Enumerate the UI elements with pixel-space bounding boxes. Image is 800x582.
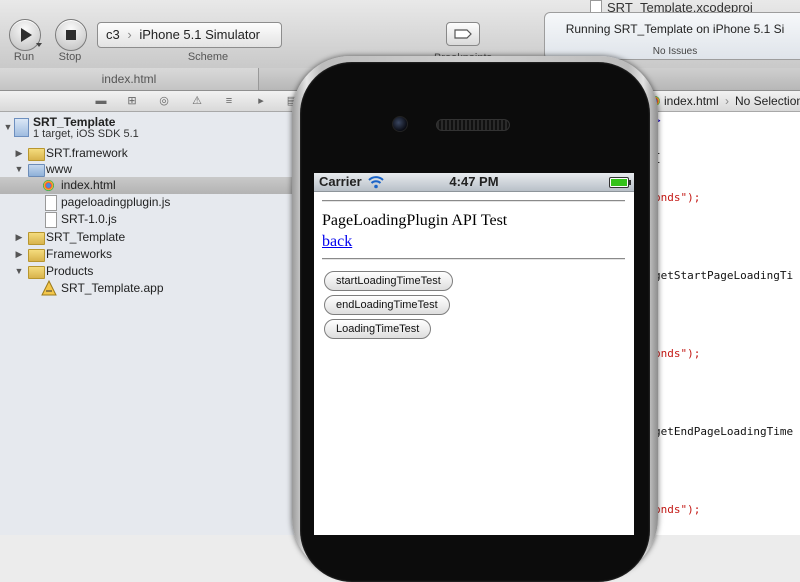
disclosure-closed-icon[interactable]: ▶	[14, 229, 24, 246]
disclosure-open-icon[interactable]: ▼	[14, 161, 24, 178]
navigator-item-srt-1-0-js[interactable]: SRT-1.0.js	[0, 211, 300, 228]
navigator-item-products[interactable]: ▼ Products	[0, 263, 300, 280]
search-navigator-icon[interactable]: ◎	[157, 94, 171, 108]
activity-status: Running SRT_Template on iPhone 5.1 Si	[565, 22, 785, 36]
navigator-item-frameworks[interactable]: ▶ Frameworks	[0, 246, 300, 263]
loading-time-test-button[interactable]: LoadingTimeTest	[324, 319, 432, 339]
scheme-selector[interactable]: c3 › iPhone 5.1 Simulator	[97, 22, 282, 48]
end-loading-time-test-button[interactable]: endLoadingTimeTest	[324, 295, 450, 315]
code-line: getEndPageLoadingTime	[654, 425, 794, 438]
jump-bar-selection[interactable]: No Selection	[735, 91, 800, 111]
html-file-icon	[43, 180, 54, 191]
breadcrumb-chevron-icon: ›	[725, 94, 729, 108]
activity-viewer: Running SRT_Template on iPhone 5.1 Si No…	[544, 12, 800, 60]
navigator-selector-bar: ▬ ⊞ ◎ ⚠ ≡ ▸ ▤	[0, 91, 300, 112]
breadcrumb-chevron-icon: ›	[127, 27, 132, 42]
project-navigator: ▼ SRT_Template 1 target, iOS SDK 5.1 ▶ S…	[0, 112, 300, 535]
source-editor[interactable]: > { onds"); getStartPageLoadingTi onds")…	[640, 112, 800, 535]
js-file-icon	[45, 212, 57, 228]
navigator-item-index-html[interactable]: index.html	[0, 177, 300, 194]
navigator-item-label: SRT.framework	[46, 146, 128, 160]
breakpoint-icon	[454, 29, 472, 39]
folder-icon	[28, 232, 45, 245]
navigator-item-label: Frameworks	[46, 247, 113, 261]
navigator-item-label: pageloadingplugin.js	[61, 195, 171, 209]
disclosure-closed-icon[interactable]: ▶	[14, 246, 24, 263]
breakpoints-button[interactable]	[446, 22, 480, 46]
ios-status-bar: Carrier 4:47 PM	[314, 173, 634, 192]
back-link[interactable]: back	[322, 233, 352, 251]
folder-icon	[28, 266, 45, 279]
stop-button[interactable]	[55, 19, 87, 51]
navigator-item-pageloadingplugin-js[interactable]: pageloadingplugin.js	[0, 194, 300, 211]
stop-label: Stop	[58, 51, 82, 63]
js-file-icon	[45, 195, 57, 211]
disclosure-open-icon[interactable]: ▼	[14, 263, 24, 280]
navigator-item-label: SRT-1.0.js	[61, 212, 117, 226]
navigator-item-label: index.html	[61, 178, 116, 192]
jump-bar: index.html › No Selection	[640, 91, 800, 112]
symbol-navigator-icon[interactable]: ⊞	[125, 94, 139, 108]
status-time: 4:47 PM	[449, 174, 499, 189]
folder-icon	[28, 164, 45, 177]
project-icon	[14, 118, 29, 137]
tab-index-html[interactable]: index.html	[0, 68, 259, 90]
code-line: getStartPageLoadingTi	[654, 269, 794, 282]
navigator-item-label: SRT_Template.app	[61, 281, 164, 295]
simulator-screen[interactable]: Carrier 4:47 PM PageLoadingPlugin API Te…	[314, 173, 634, 535]
page-heading: PageLoadingPlugin API Test	[322, 212, 508, 229]
project-navigator-icon[interactable]: ▬	[94, 94, 108, 108]
navigator-item-label: SRT_Template	[46, 230, 126, 244]
disclosure-closed-icon[interactable]: ▶	[14, 145, 24, 162]
issue-navigator-icon[interactable]: ⚠	[190, 94, 204, 108]
battery-icon	[609, 177, 631, 188]
code-line: onds");	[654, 347, 701, 360]
app-icon	[41, 280, 57, 296]
folder-icon	[28, 249, 45, 262]
navigator-project-row[interactable]: ▼ SRT_Template 1 target, iOS SDK 5.1	[0, 112, 300, 144]
jump-bar-file[interactable]: index.html	[664, 91, 719, 111]
navigator-item-label: www	[46, 162, 72, 176]
scheme-destination[interactable]: iPhone 5.1 Simulator	[139, 27, 260, 42]
project-subtitle: 1 target, iOS SDK 5.1	[33, 128, 139, 140]
navigator-item-www[interactable]: ▼ www	[0, 161, 300, 178]
project-name: SRT_Template	[33, 115, 116, 129]
code-line: onds");	[654, 191, 701, 204]
run-menu-arrow-icon[interactable]	[36, 43, 42, 47]
run-label: Run	[13, 51, 35, 63]
navigator-item-srt-template[interactable]: ▶ SRT_Template	[0, 229, 300, 246]
code-line: onds");	[654, 503, 701, 516]
navigator-item-label: Products	[46, 264, 94, 278]
divider	[322, 200, 625, 202]
debug-navigator-icon[interactable]: ≡	[222, 94, 236, 108]
front-camera-icon	[392, 116, 408, 132]
divider	[322, 258, 625, 260]
disclosure-open-icon[interactable]: ▼	[3, 122, 13, 132]
stop-icon	[66, 30, 76, 40]
start-loading-time-test-button[interactable]: startLoadingTimeTest	[324, 271, 453, 291]
scheme-label: Scheme	[187, 51, 229, 63]
earpiece-speaker	[436, 119, 510, 131]
scheme-project[interactable]: c3	[106, 27, 120, 42]
navigator-item-srt-template-app[interactable]: SRT_Template.app	[0, 280, 300, 297]
navigator-item-srt-framework[interactable]: ▶ SRT.framework	[0, 145, 300, 162]
framework-icon	[28, 148, 45, 161]
breakpoint-navigator-icon[interactable]: ▸	[254, 94, 268, 108]
